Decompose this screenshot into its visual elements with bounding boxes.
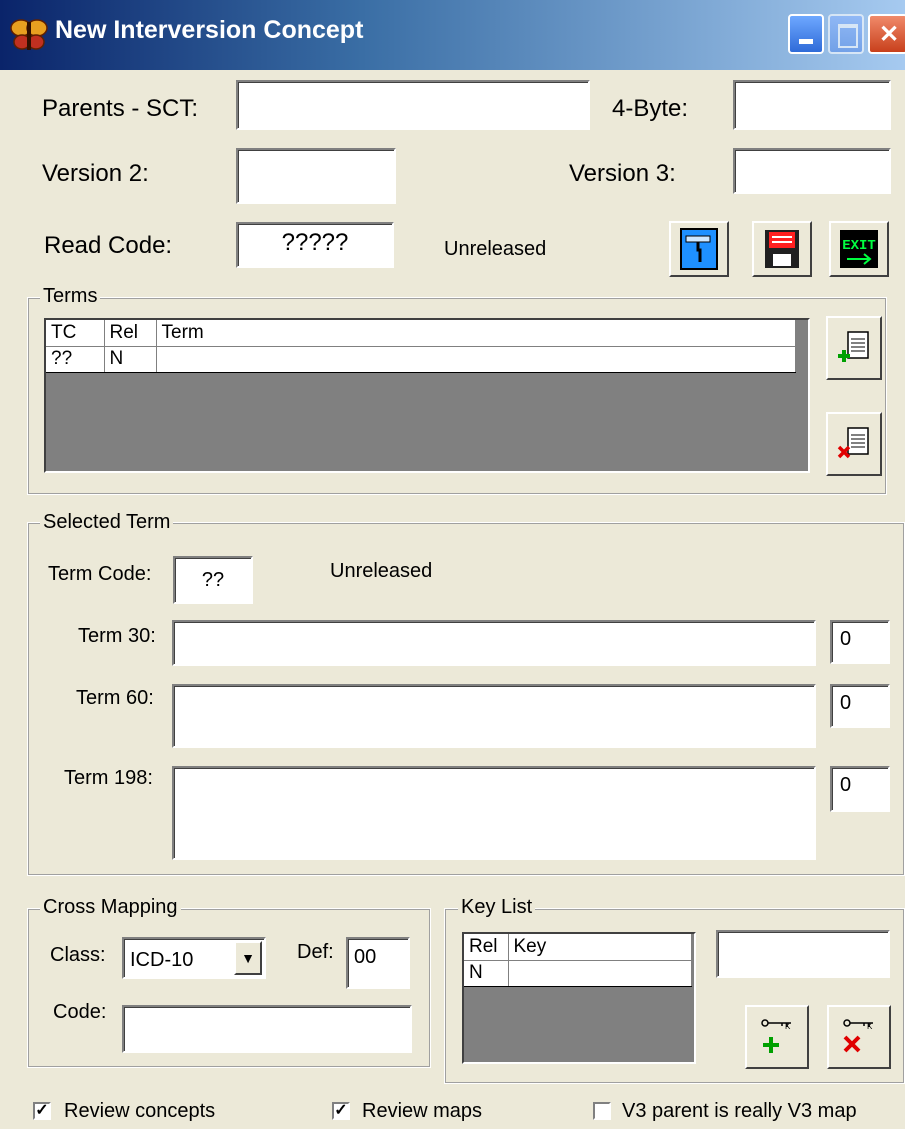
table-row[interactable]: ?? N	[46, 346, 796, 373]
cross-mapping-legend: Cross Mapping	[40, 896, 181, 919]
version3-label: Version 3:	[569, 160, 676, 187]
cell-key[interactable]	[508, 960, 692, 987]
version3-field[interactable]	[733, 148, 891, 194]
key-list-grid[interactable]: Rel Key N	[462, 932, 696, 1064]
read-code-label: Read Code:	[44, 232, 173, 259]
review-maps-checkbox[interactable]: ✓	[332, 1102, 350, 1120]
save-button[interactable]	[752, 221, 812, 277]
butterfly-app-icon	[10, 18, 48, 52]
svg-text:EXIT: EXIT	[842, 238, 876, 254]
version2-field[interactable]	[236, 148, 396, 204]
add-term-icon	[838, 331, 869, 362]
term30-label: Term 30:	[78, 625, 156, 647]
column-header-term[interactable]: Term	[156, 320, 796, 347]
table-row[interactable]: N	[464, 960, 692, 987]
floppy-disk-icon	[765, 230, 799, 268]
clear-button[interactable]	[669, 221, 729, 277]
svg-text:K: K	[785, 1022, 791, 1031]
delete-term-button[interactable]	[826, 412, 882, 476]
parents-sct-label: Parents - SCT:	[42, 95, 199, 122]
exit-icon: EXIT	[840, 230, 878, 268]
column-header-rel[interactable]: Rel	[464, 934, 509, 961]
term60-count: 0	[830, 684, 890, 728]
term60-label: Term 60:	[76, 687, 154, 709]
four-byte-field[interactable]	[733, 80, 891, 130]
term-status: Unreleased	[330, 560, 433, 582]
cell-rel[interactable]: N	[464, 960, 509, 987]
key-list-header: Rel Key	[464, 934, 692, 961]
cell-term[interactable]	[156, 346, 796, 373]
add-key-icon: K	[761, 1019, 791, 1053]
code-field[interactable]	[122, 1005, 412, 1053]
def-field[interactable]: 00	[346, 937, 410, 989]
v3-parent-checkbox[interactable]	[593, 1102, 611, 1120]
add-key-button[interactable]: K	[745, 1005, 809, 1069]
term30-count: 0	[830, 620, 890, 664]
four-byte-label: 4-Byte:	[612, 95, 689, 122]
review-concepts-checkbox[interactable]: ✓	[33, 1102, 51, 1120]
paint-roller-icon	[680, 228, 718, 270]
chevron-down-icon[interactable]: ▼	[234, 941, 262, 975]
term60-field[interactable]	[172, 684, 816, 748]
class-label: Class:	[50, 944, 106, 966]
v3-parent-label[interactable]: V3 parent is really V3 map	[622, 1100, 857, 1123]
review-concepts-label[interactable]: Review concepts	[64, 1100, 215, 1123]
terms-grid[interactable]: TC Rel Term ?? N	[44, 318, 810, 473]
concept-status: Unreleased	[444, 238, 547, 260]
delete-key-button[interactable]: K	[827, 1005, 891, 1069]
column-header-key[interactable]: Key	[508, 934, 692, 961]
key-input[interactable]	[716, 930, 890, 978]
read-code-field[interactable]: ?????	[236, 222, 394, 268]
close-icon[interactable]	[868, 14, 905, 54]
def-label: Def:	[297, 941, 334, 963]
code-label: Code:	[53, 1001, 107, 1023]
term198-label: Term 198:	[64, 767, 153, 789]
parents-sct-field[interactable]	[236, 80, 590, 130]
delete-term-icon	[837, 427, 869, 459]
term30-field[interactable]	[172, 620, 816, 666]
delete-key-icon: K	[843, 1019, 873, 1053]
cell-rel[interactable]: N	[104, 346, 157, 373]
term198-field[interactable]	[172, 766, 816, 860]
selected-term-legend: Selected Term	[40, 511, 174, 534]
maximize-icon[interactable]	[828, 14, 864, 54]
terms-legend: Terms	[40, 285, 101, 308]
term-code-label: Term Code:	[48, 563, 152, 585]
version2-label: Version 2:	[42, 160, 149, 187]
term-code-field[interactable]: ??	[173, 556, 253, 604]
column-header-rel[interactable]: Rel	[104, 320, 157, 347]
cell-tc[interactable]: ??	[46, 346, 105, 373]
review-maps-label[interactable]: Review maps	[362, 1100, 482, 1123]
column-header-tc[interactable]: TC	[46, 320, 105, 347]
key-list-legend: Key List	[458, 896, 536, 919]
terms-grid-header: TC Rel Term	[46, 320, 796, 347]
class-select-value: ICD-10	[130, 949, 194, 971]
exit-button[interactable]: EXIT	[829, 221, 889, 277]
svg-text:K: K	[867, 1022, 873, 1031]
window-title: New Interversion Concept	[55, 16, 364, 44]
term198-count: 0	[830, 766, 890, 812]
minimize-icon[interactable]	[788, 14, 824, 54]
class-select[interactable]: ICD-10 ▼	[122, 937, 266, 979]
add-term-button[interactable]	[826, 316, 882, 380]
